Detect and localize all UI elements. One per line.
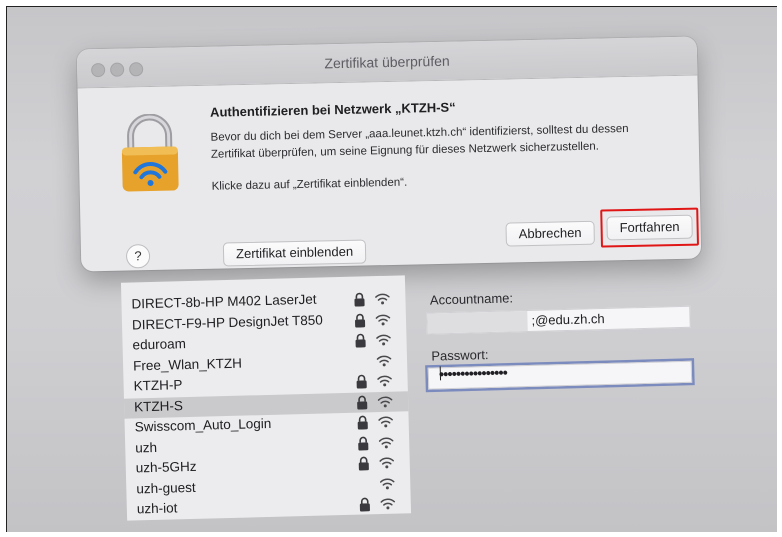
wifi-signal-icon	[374, 292, 390, 305]
dialog-heading: Authentifizieren bei Netzwerk „KTZH-S“	[209, 99, 456, 120]
help-button[interactable]: ?	[125, 244, 151, 269]
lock-wifi-icon	[121, 113, 179, 192]
lock-icon	[353, 292, 365, 307]
account-name-value: ;@edu.zh.ch	[531, 311, 605, 328]
network-name: uzh-iot	[136, 500, 178, 517]
wifi-signal-icon	[377, 415, 393, 428]
network-name: DIRECT-F9-HP DesignJet T850	[131, 311, 323, 332]
cancel-button[interactable]: Abbrechen	[505, 220, 595, 247]
lock-icon	[355, 374, 367, 389]
network-name: Free_Wlan_KTZH	[132, 355, 243, 373]
lock-icon	[358, 456, 370, 471]
account-name-input[interactable]: ;@edu.zh.ch	[426, 305, 691, 335]
photo-background: Zertifikat überprüfen Authentifizieren b…	[6, 6, 777, 532]
dialog-titlebar: Zertifikat überprüfen	[76, 36, 698, 89]
password-input[interactable]: ••••••••••••••••	[427, 360, 693, 390]
lock-icon	[357, 436, 369, 451]
wifi-signal-icon	[379, 456, 395, 469]
wifi-signal-icon	[375, 333, 391, 346]
wifi-signal-icon	[376, 374, 392, 387]
wifi-signal-icon	[376, 353, 392, 366]
network-list: DIRECT-8b-HP M402 LaserJet DIRECT-F9-HP D…	[120, 275, 412, 521]
dialog-title: Zertifikat überprüfen	[324, 52, 450, 72]
redacted-username	[427, 311, 528, 334]
continue-button-highlight	[600, 207, 699, 248]
network-name: KTZH-P	[133, 377, 183, 394]
wifi-signal-icon	[377, 394, 393, 407]
lock-icon	[359, 497, 371, 512]
network-name: uzh-guest	[136, 479, 196, 496]
lock-icon	[354, 333, 366, 348]
dialog-hint-text: Klicke dazu auf „Zertifikat einblenden“.	[211, 176, 408, 193]
network-name: KTZH-S	[133, 397, 184, 414]
wifi-signal-icon	[375, 312, 391, 325]
dialog-body-text: Bevor du dich bei dem Server „aaa.leunet…	[210, 122, 629, 161]
wifi-signal-icon	[380, 497, 396, 510]
wifi-signal-icon	[379, 476, 395, 489]
lock-icon	[356, 415, 368, 430]
lock-icon	[354, 313, 366, 328]
network-name: uzh	[135, 439, 158, 455]
certificate-dialog: Zertifikat überprüfen Authentifizieren b…	[76, 36, 702, 272]
account-label: Accountname:	[429, 290, 514, 308]
lock-icon	[356, 395, 368, 410]
show-certificate-button[interactable]: Zertifikat einblenden	[222, 239, 367, 267]
wifi-signal-icon	[378, 435, 394, 448]
network-name: DIRECT-8b-HP M402 LaserJet	[131, 291, 317, 312]
network-name: eduroam	[132, 336, 187, 353]
password-label: Passwort:	[431, 347, 489, 364]
network-name: Swisscom_Auto_Login	[134, 415, 272, 435]
credentials-form: Accountname: ;@edu.zh.ch Passwort: •••••…	[426, 285, 709, 392]
network-name: uzh-5GHz	[135, 458, 197, 476]
